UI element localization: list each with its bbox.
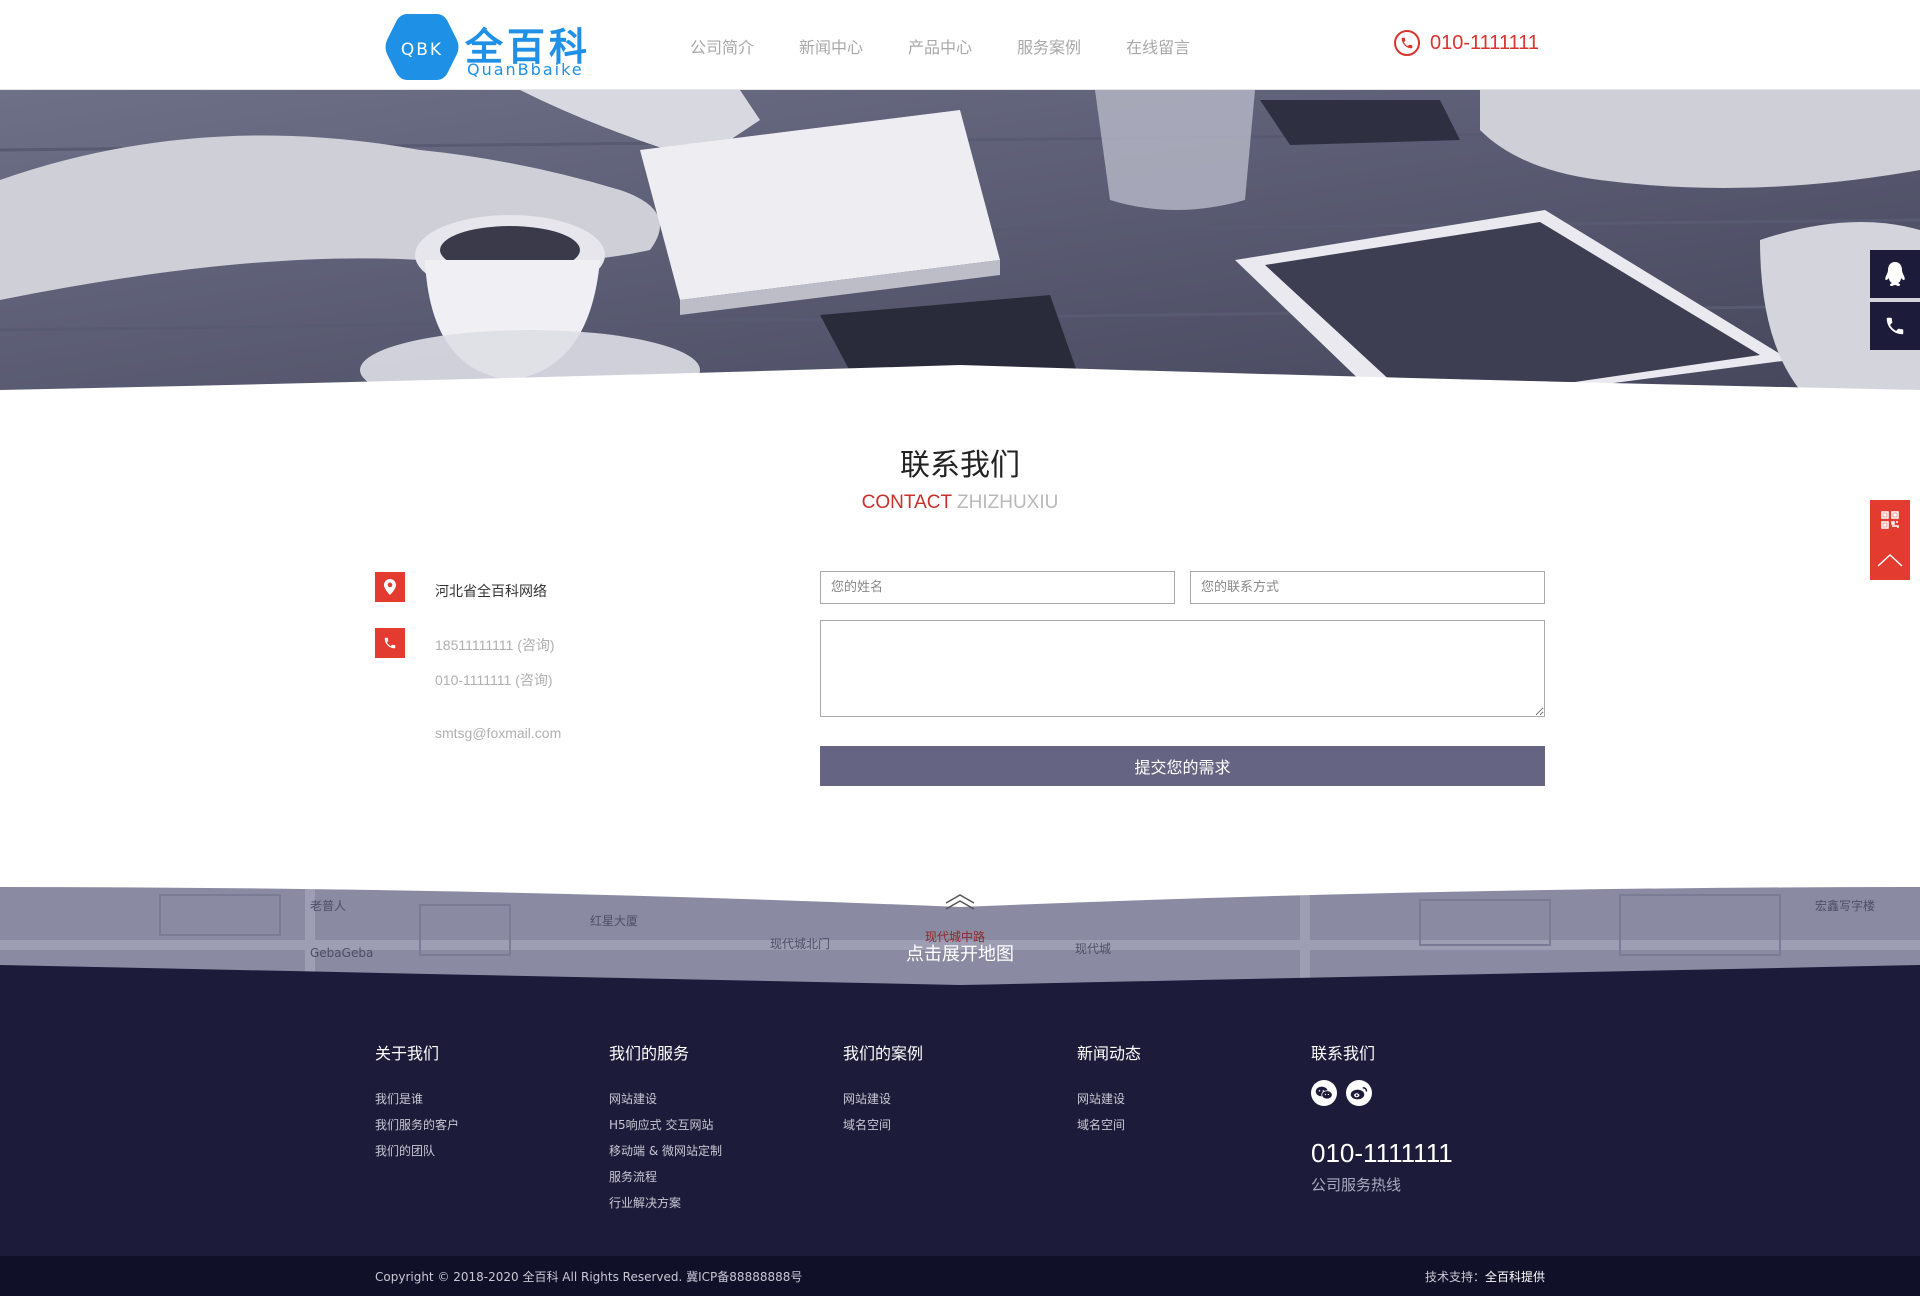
nav-item-message[interactable]: 在线留言 (1126, 34, 1190, 58)
footer-heading: 我们的服务 (609, 1044, 690, 1063)
footer-column-services: 我们的服务 网站建设 H5响应式 交互网站 移动端 & 微网站定制 服务流程 行… (609, 1040, 722, 1216)
footer-link[interactable]: 行业解决方案 (609, 1190, 722, 1216)
bottom-bar: Copyright © 2018-2020 全百科 All Rights Res… (0, 1256, 1920, 1296)
banner-illustration (0, 90, 1920, 390)
expand-map-button[interactable]: 点击展开地图 (0, 940, 1920, 966)
main-nav: 公司简介 新闻中心 产品中心 服务案例 在线留言 (690, 34, 1235, 58)
site-footer (0, 993, 1920, 1256)
map-label: 老普人 (310, 899, 347, 913)
nav-item-products[interactable]: 产品中心 (908, 34, 972, 58)
contact-method-input[interactable] (1190, 571, 1545, 604)
footer-heading: 我们的案例 (843, 1044, 924, 1063)
contact-subtitle: CONTACT ZHIZHUXIU (0, 492, 1920, 514)
logo[interactable]: QBK 全百科 QuanBbaike (385, 12, 605, 82)
location-icon (375, 572, 405, 602)
logo-badge-text: QBK (401, 40, 443, 60)
contact-phone-1: 18511111111 (咨询) (435, 637, 555, 653)
footer-link[interactable]: 服务流程 (609, 1164, 722, 1190)
footer-link[interactable]: H5响应式 交互网站 (609, 1112, 722, 1138)
nav-item-about[interactable]: 公司简介 (690, 34, 754, 58)
site-header: QBK 全百科 QuanBbaike 公司简介 新闻中心 产品中心 服务案例 在… (0, 0, 1920, 90)
footer-link[interactable]: 域名空间 (843, 1112, 923, 1138)
footer-link[interactable]: 网站建设 (609, 1086, 722, 1112)
banner-image (0, 90, 1920, 390)
weibo-icon[interactable] (1346, 1080, 1372, 1106)
copyright-text: Copyright © 2018-2020 全百科 All Rights Res… (375, 1270, 803, 1284)
phone-icon[interactable] (1870, 302, 1920, 350)
phone-icon (375, 628, 405, 658)
footer-link[interactable]: 我们服务的客户 (375, 1112, 459, 1138)
tech-support: 技术支持：全百科提供 (1425, 1268, 1545, 1285)
footer-heading: 新闻动态 (1077, 1044, 1142, 1063)
contact-subtitle-gray: ZHIZHUXIU (957, 492, 1059, 513)
nav-item-news[interactable]: 新闻中心 (799, 34, 863, 58)
footer-heading: 联系我们 (1311, 1044, 1376, 1063)
name-input[interactable] (820, 571, 1175, 604)
support-prefix: 技术支持： (1424, 1270, 1485, 1284)
footer-column-contact: 联系我们 (1311, 1040, 1375, 1086)
map-strip[interactable]: 老普人 GebaGeba 红星大厦 现代城北门 现代城中路 现代城 宏鑫写字楼 (0, 885, 1920, 993)
header-hotline-number: 010-1111111 (1430, 31, 1539, 54)
header-hotline: 010-1111111 (1394, 30, 1539, 56)
footer-column-cases: 我们的案例 网站建设 域名空间 (843, 1040, 923, 1138)
footer-link[interactable]: 我们是谁 (375, 1086, 459, 1112)
nav-item-cases[interactable]: 服务案例 (1017, 34, 1081, 58)
footer-hotline-label: 公司服务热线 (1311, 1176, 1402, 1194)
footer-link[interactable]: 移动端 & 微网站定制 (609, 1138, 722, 1164)
support-name[interactable]: 全百科提供 (1485, 1270, 1545, 1284)
logo-name-en: QuanBbaike (467, 60, 584, 79)
footer-link[interactable]: 网站建设 (843, 1086, 923, 1112)
submit-button[interactable]: 提交您的需求 (820, 746, 1545, 786)
footer-heading: 关于我们 (375, 1044, 440, 1063)
footer-column-news: 新闻动态 网站建设 域名空间 (1077, 1040, 1141, 1138)
contact-title: 联系我们 (900, 448, 1020, 483)
phone-icon (1394, 30, 1420, 56)
back-to-top-icon[interactable] (1870, 540, 1910, 580)
footer-link[interactable]: 域名空间 (1077, 1112, 1141, 1138)
footer-link[interactable]: 我们的团队 (375, 1138, 459, 1164)
map-label: 宏鑫写字楼 (1815, 899, 1876, 913)
contact-email[interactable]: smtsg@foxmail.com (435, 725, 561, 741)
message-textarea[interactable] (820, 620, 1545, 717)
contact-address: 河北省全百科网络 (435, 584, 547, 600)
wechat-icon[interactable] (1311, 1080, 1337, 1106)
footer-link[interactable]: 网站建设 (1077, 1086, 1141, 1112)
logo-badge: QBK (385, 14, 459, 80)
footer-hotline-number: 010-1111111 (1311, 1138, 1453, 1168)
qrcode-icon[interactable] (1870, 500, 1910, 540)
map-label: 红星大厦 (590, 914, 639, 928)
footer-column-about: 关于我们 我们是谁 我们服务的客户 我们的团队 (375, 1040, 459, 1164)
contact-subtitle-red: CONTACT (861, 492, 952, 513)
qq-icon[interactable] (1870, 250, 1920, 298)
contact-phone-2: 010-1111111 (咨询) (435, 672, 553, 688)
